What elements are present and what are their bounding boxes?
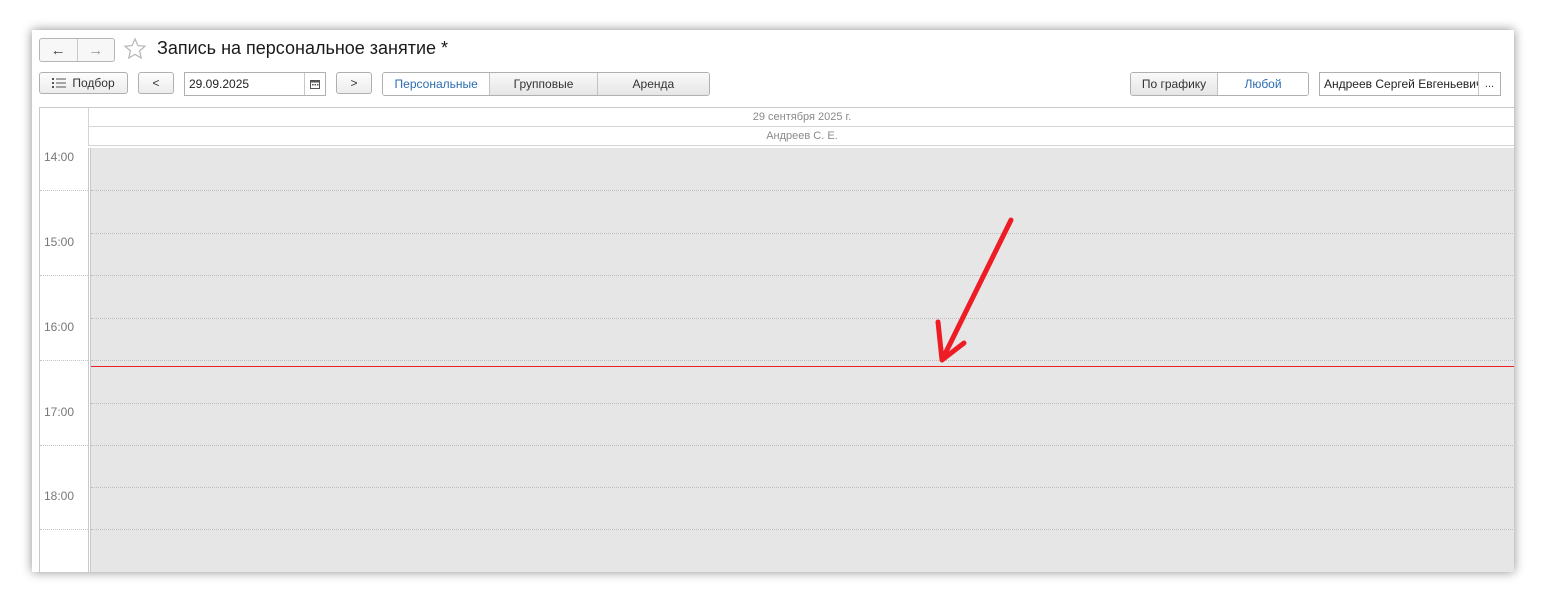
- half-hour-tick: [40, 190, 88, 191]
- grid-line: [91, 318, 1514, 319]
- page-title: Запись на персональное занятие *: [157, 38, 449, 58]
- schedule-label: По графику: [1141, 77, 1207, 91]
- favorite-star-icon[interactable]: [123, 37, 147, 61]
- time-column: 14:00 15:00 16:00 17:00 18:00: [40, 148, 89, 572]
- schedule-filter: По графику Любой: [1130, 72, 1309, 96]
- date-field[interactable]: 29.09.2025: [184, 72, 326, 96]
- tab-rent-label: Аренда: [632, 77, 675, 91]
- calendar-grid: 29 сентября 2025 г. Андреев С. Е. 14:00 …: [39, 107, 1514, 572]
- time-label: 16:00: [44, 320, 75, 334]
- session-type-tabs: Персональные Групповые Аренда: [382, 72, 710, 96]
- employee-field[interactable]: Андреев Сергей Евгеньевич ...: [1319, 72, 1501, 96]
- time-label: 17:00: [44, 405, 75, 419]
- date-value: 29.09.2025: [189, 77, 250, 91]
- pick-button[interactable]: Подбор: [39, 72, 128, 94]
- tab-rent[interactable]: Аренда: [596, 73, 709, 95]
- schedule-area[interactable]: [90, 148, 1514, 572]
- time-label: 15:00: [44, 235, 75, 249]
- calendar-icon[interactable]: [304, 73, 325, 95]
- grid-line: [91, 445, 1514, 446]
- back-arrow-icon: ←: [50, 41, 66, 59]
- grid-line: [91, 360, 1514, 361]
- pick-button-label: Подбор: [72, 76, 115, 90]
- tab-personal-label: Персональные: [394, 77, 478, 91]
- grid-line: [91, 487, 1514, 488]
- grid-line: [91, 403, 1514, 404]
- annotation-arrow-icon: [935, 217, 1014, 363]
- time-label: 18:00: [44, 489, 75, 503]
- time-label: 14:00: [44, 150, 75, 164]
- grid-line: [91, 233, 1514, 234]
- next-day-label: >: [350, 76, 358, 90]
- next-day-button[interactable]: >: [336, 72, 372, 94]
- resource-header: Андреев С. Е.: [88, 127, 1514, 146]
- tab-group[interactable]: Групповые: [489, 73, 597, 95]
- half-hour-tick: [40, 529, 88, 530]
- history-nav: ← →: [39, 38, 115, 62]
- half-hour-tick: [40, 360, 88, 361]
- employee-value: Андреев Сергей Евгеньевич: [1324, 77, 1478, 91]
- forward-arrow-icon: →: [88, 41, 104, 59]
- employee-select-button[interactable]: ...: [1478, 73, 1500, 95]
- prev-day-button[interactable]: <: [138, 72, 174, 94]
- list-icon: [52, 78, 67, 88]
- grid-line: [91, 275, 1514, 276]
- schedule-button[interactable]: По графику: [1131, 73, 1218, 95]
- any-button[interactable]: Любой: [1217, 73, 1308, 95]
- date-header: 29 сентября 2025 г.: [88, 108, 1514, 127]
- forward-button[interactable]: →: [76, 39, 115, 61]
- tab-personal[interactable]: Персональные: [383, 73, 490, 95]
- prev-day-label: <: [152, 76, 160, 90]
- half-hour-tick: [40, 445, 88, 446]
- grid-line: [91, 190, 1514, 191]
- any-label: Любой: [1244, 77, 1282, 91]
- grid-line: [91, 529, 1514, 530]
- back-button[interactable]: ←: [40, 39, 77, 61]
- main-window: ← → Запись на персональное занятие * Под…: [32, 30, 1514, 572]
- current-time-line: [91, 366, 1514, 367]
- tab-group-label: Групповые: [513, 77, 574, 91]
- half-hour-tick: [40, 275, 88, 276]
